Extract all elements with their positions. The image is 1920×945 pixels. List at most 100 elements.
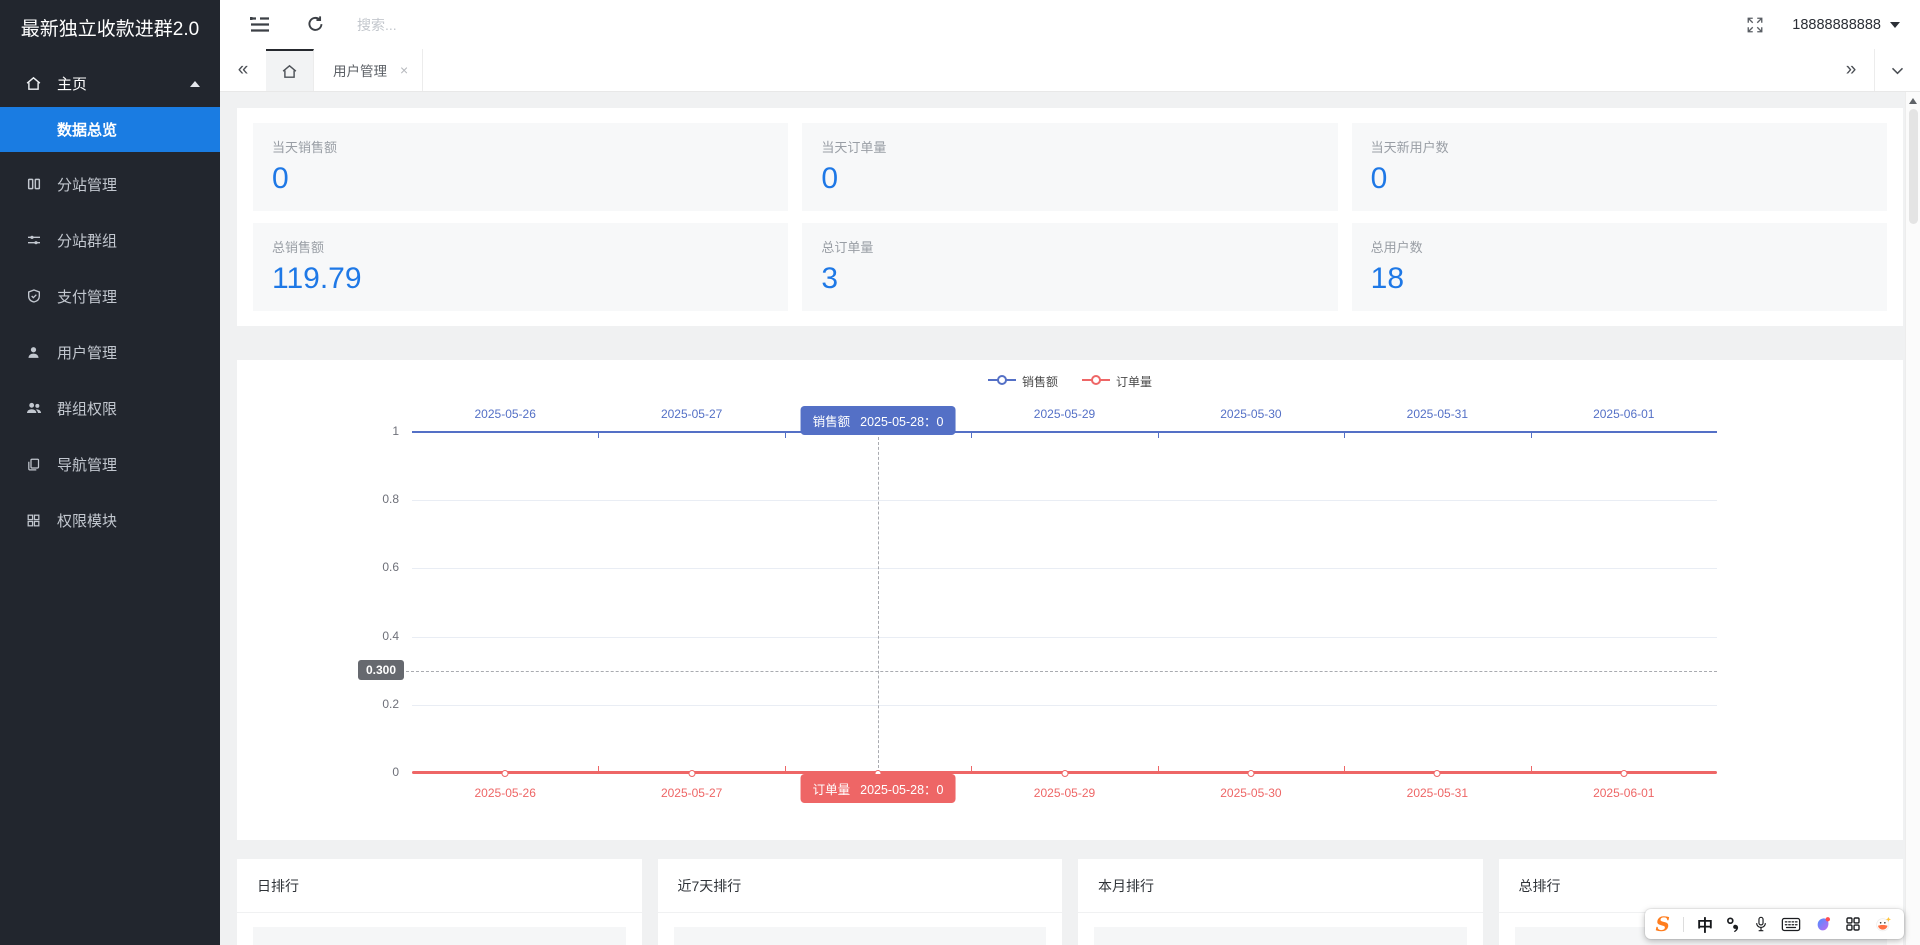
chevron-down-icon[interactable] — [1874, 49, 1920, 91]
ranking-title: 本月排行 — [1078, 876, 1483, 896]
x-axis-date-label: 2025-05-30 — [1220, 407, 1281, 421]
tooltip-value: 2025-05-28：0 — [860, 779, 943, 798]
legend-marker-icon — [988, 374, 1016, 389]
tab-user-management[interactable]: 用户管理 × — [314, 49, 423, 91]
stat-label: 当天订单量 — [821, 137, 1318, 156]
tab-home[interactable] — [266, 49, 314, 91]
sidebar-item[interactable]: 用户管理 — [0, 324, 220, 380]
ranking-title: 近7天排行 — [658, 876, 1063, 896]
legend-label: 销售额 — [1022, 373, 1058, 390]
scrollbar-thumb[interactable] — [1909, 109, 1918, 224]
refresh-icon[interactable] — [306, 15, 325, 34]
chevron-double-right-icon[interactable]: » — [1828, 49, 1874, 91]
y-axis-tick-label: 0.6 — [355, 560, 399, 574]
crosshair-horizontal — [406, 671, 1717, 672]
ime-toolbar: S中 — [1645, 909, 1904, 939]
divider — [237, 912, 642, 913]
stat-label: 总销售额 — [272, 237, 769, 256]
sidebar-item[interactable]: 权限模块 — [0, 492, 220, 548]
axis-tick — [785, 766, 786, 771]
ranking-card: 日排行分站名称今日收款 — [237, 859, 642, 945]
axis-tick — [1158, 433, 1159, 438]
home-icon — [24, 75, 43, 92]
sidebar-item[interactable]: 群组权限 — [0, 380, 220, 436]
vertical-scrollbar[interactable] — [1905, 92, 1920, 945]
fullscreen-icon[interactable] — [1746, 16, 1764, 34]
tooltip-value: 2025-05-28：0 — [860, 411, 943, 430]
x-axis-date-label: 2025-05-31 — [1407, 786, 1468, 800]
stat-label: 总订单量 — [821, 237, 1318, 256]
legend-label: 订单量 — [1116, 373, 1152, 390]
stats-grid: 当天销售额0当天订单量0当天新用户数0总销售额119.79总订单量3总用户数18 — [253, 123, 1887, 311]
line-chart: 00.20.40.60.812025-05-262025-05-262025-0… — [412, 432, 1717, 773]
stat-card: 当天销售额0 — [253, 123, 788, 211]
x-axis-date-label: 2025-05-29 — [1034, 407, 1095, 421]
user-menu[interactable]: 18888888888 — [1792, 17, 1904, 33]
sidebar-item[interactable]: 导航管理 — [0, 436, 220, 492]
x-axis-date-label: 2025-06-01 — [1593, 407, 1654, 421]
sidebar-item[interactable]: 分站群组 — [0, 212, 220, 268]
keyboard-icon[interactable] — [1781, 917, 1801, 932]
x-axis-date-label: 2025-05-30 — [1220, 786, 1281, 800]
menu-collapse-icon[interactable] — [250, 16, 270, 33]
chinese-mode-toggle[interactable]: 中 — [1697, 912, 1713, 936]
sidebar-item-label: 群组权限 — [57, 398, 117, 419]
sidebar-item[interactable]: 分站管理 — [0, 156, 220, 212]
stat-card: 当天新用户数0 — [1352, 123, 1887, 211]
y-axis-tick-label: 0 — [355, 765, 399, 779]
sidebar-item-home[interactable]: 主页 — [0, 60, 220, 107]
sidebar-item-data-overview[interactable]: 数据总览 — [0, 107, 220, 152]
microphone-icon[interactable] — [1754, 915, 1768, 933]
gridline — [412, 705, 1717, 706]
search-input[interactable] — [357, 17, 597, 33]
x-axis-date-label: 2025-05-26 — [475, 407, 536, 421]
stat-value: 0 — [1371, 162, 1868, 196]
axis-tick — [598, 433, 599, 438]
stat-label: 总用户数 — [1371, 237, 1868, 256]
sidebar-item-label: 用户管理 — [57, 342, 117, 363]
chevron-double-left-icon[interactable]: « — [220, 49, 266, 91]
axis-tick — [1531, 766, 1532, 771]
data-point-marker — [1247, 770, 1254, 777]
content-area: 当天销售额0当天订单量0当天新用户数0总销售额119.79总订单量3总用户数18… — [220, 92, 1920, 945]
emoji-icon[interactable] — [1874, 915, 1893, 933]
grid-menu-icon[interactable] — [1845, 916, 1861, 932]
legend-item[interactable]: 销售额 — [988, 373, 1058, 390]
home-icon — [281, 63, 298, 80]
ranking-table-header: 分站名称月收款 — [1094, 927, 1467, 945]
ranking-table-header: 分站名称今日收款 — [253, 927, 626, 945]
crosshair-vertical — [878, 432, 879, 773]
username: 18888888888 — [1792, 17, 1881, 33]
scroll-up-arrow-icon[interactable] — [1909, 98, 1917, 104]
users-icon — [24, 400, 43, 416]
punctuation-icon[interactable] — [1726, 916, 1741, 933]
stat-card: 当天订单量0 — [802, 123, 1337, 211]
axis-tick — [1344, 433, 1345, 438]
app-title: 最新独立收款进群2.0 — [0, 0, 220, 60]
y-axis-tick-label: 0.8 — [355, 492, 399, 506]
ranking-card: 近7天排行分站名称周收款 — [658, 859, 1063, 945]
data-point-marker — [502, 770, 509, 777]
x-axis-date-label: 2025-05-27 — [661, 407, 722, 421]
shield-check-icon — [24, 288, 43, 304]
axis-tick — [1531, 433, 1532, 438]
ranking-card: 本月排行分站名称月收款 — [1078, 859, 1483, 945]
legend-item[interactable]: 订单量 — [1082, 373, 1152, 390]
data-point-marker — [688, 770, 695, 777]
x-axis-top-line — [412, 431, 1717, 433]
sidebar-item-label: 分站群组 — [57, 230, 117, 251]
stat-value: 119.79 — [272, 262, 769, 296]
user-icon — [24, 345, 43, 360]
data-point-marker — [1061, 770, 1068, 777]
ai-assistant-icon[interactable] — [1814, 916, 1832, 933]
pages-icon — [24, 457, 43, 472]
x-axis-date-label: 2025-05-27 — [661, 786, 722, 800]
columns-icon — [24, 176, 43, 192]
close-icon[interactable]: × — [400, 62, 408, 78]
sidebar-item[interactable]: 支付管理 — [0, 268, 220, 324]
sogou-logo-icon[interactable]: S — [1656, 914, 1670, 934]
x-axis-date-label: 2025-05-31 — [1407, 407, 1468, 421]
divider — [658, 912, 1063, 913]
sidebar: 最新独立收款进群2.0 主页数据总览分站管理分站群组支付管理用户管理群组权限导航… — [0, 0, 220, 945]
stats-panel: 当天销售额0当天订单量0当天新用户数0总销售额119.79总订单量3总用户数18 — [237, 108, 1903, 326]
